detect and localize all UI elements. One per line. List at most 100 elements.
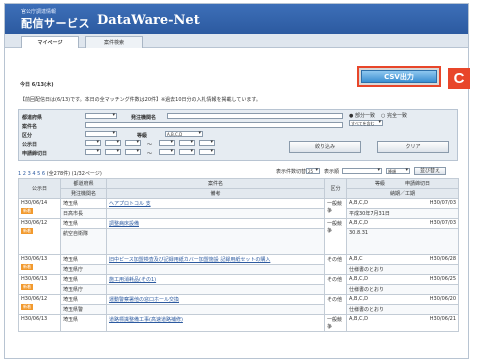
case-name-input[interactable] [85, 122, 343, 128]
label-issuer: 発注機関名 [131, 115, 157, 121]
deadline-to-month[interactable] [179, 149, 195, 155]
row-deadline: H30/06/21 [429, 316, 456, 322]
page-link[interactable]: 2 [23, 171, 26, 177]
category-select[interactable] [85, 131, 117, 137]
clear-button[interactable]: クリア [377, 141, 449, 153]
radio-exact[interactable]: ○ 完全一致 [381, 112, 407, 119]
csv-highlight-frame: CSV出力 [357, 66, 441, 87]
col-issuer[interactable]: 発注機関名 [60, 188, 107, 199]
page-link[interactable]: 3 [28, 171, 31, 177]
announce-from-year[interactable] [85, 140, 101, 146]
header-title: 配信サービス [21, 17, 90, 30]
cell-pref: 埼玉県 [60, 294, 107, 305]
order-direction-select[interactable]: 降順 [386, 168, 410, 174]
cell-pref: 埼玉県 [60, 274, 107, 285]
cell-category: 一般競争 [324, 314, 347, 332]
cell-pref: 埼玉県 [60, 314, 107, 332]
order-field-select[interactable] [342, 168, 382, 174]
per-page-select[interactable]: 25 [306, 168, 320, 174]
case-link[interactable]: 施工用消耗品(その1) [106, 274, 325, 285]
row-grade: A,B,C,D [349, 200, 368, 206]
cell-category: その他 [324, 274, 347, 295]
range-separator: 〜 [147, 151, 153, 157]
cell-delivery: 仕様書のとおり [346, 284, 459, 295]
col-delivery[interactable]: 納期／工期 [346, 188, 459, 199]
cell-grade: A,B,C H30/06/28 [346, 254, 459, 265]
radio-exact-label: 完全一致 [386, 113, 407, 119]
new-badge: 新着 [21, 304, 33, 310]
row-grade: A,B,C,D [349, 316, 368, 322]
cell-category: その他 [324, 254, 347, 275]
page-link[interactable]: 6 [42, 171, 45, 177]
cell-date: H30/06/13 新着 [18, 274, 61, 295]
case-link[interactable]: 旧中ピース加盟検査及び記録用紙カバー加盟施設 記録用紙セットの購入 [106, 254, 325, 265]
tab-case-search[interactable]: 案件検索 [85, 36, 143, 48]
deadline-from-month[interactable] [105, 149, 121, 155]
match-select[interactable]: すべてを含む [349, 120, 383, 126]
cell-grade: A,B,C,D H30/06/21 [346, 314, 459, 332]
cell-issuer: 埼玉県庁 [60, 264, 107, 275]
grade-select[interactable]: A,B,C,D [165, 131, 203, 137]
cell-delivery: 仕様書のとおり [346, 304, 459, 315]
row-grade: A,B,C [349, 256, 363, 262]
deadline-from-day[interactable] [125, 149, 141, 155]
today-date: 今日 6/13(木) [20, 82, 54, 88]
row-grade: A,B,C,D [349, 276, 368, 282]
col-deadline-label[interactable]: 申請締切日 [405, 181, 430, 187]
cell-date: H30/06/13 新着 [18, 254, 61, 275]
table-row[interactable]: H30/06/13 新着 埼玉県 旧中ピース加盟検査及び記録用紙カバー加盟施設 記… [18, 254, 459, 275]
deadline-from-year[interactable] [85, 149, 101, 155]
col-case-name[interactable]: 案件名 [106, 178, 325, 189]
table-row[interactable]: H30/06/12 新着 埼玉県 調整病床設備 一般競争 A,B,C,D H30/0… [18, 218, 459, 255]
issuer-input[interactable] [167, 113, 343, 119]
col-prefecture[interactable]: 都道府県 [60, 178, 107, 189]
col-grade-label[interactable]: 等級 [375, 181, 385, 187]
cell-note [106, 228, 325, 255]
case-link[interactable]: 調整病床設備 [106, 218, 325, 229]
sort-button[interactable]: 並び替え [414, 167, 446, 175]
cell-issuer: 日高市長 [60, 208, 107, 219]
announce-to-year[interactable] [159, 140, 175, 146]
col-announce-date[interactable]: 公示日 [18, 178, 61, 199]
new-badge: 新着 [21, 208, 33, 214]
row-grade: A,B,C,D [349, 296, 368, 302]
announce-to-month[interactable] [179, 140, 195, 146]
cell-date: H30/06/12 新着 [18, 294, 61, 315]
deadline-to-day[interactable] [199, 149, 215, 155]
row-deadline: H30/06/20 [429, 296, 456, 302]
row-deadline: H30/06/28 [429, 256, 456, 262]
total-count: (全278件) [46, 171, 71, 177]
case-link[interactable]: 運動警察署他の窓口ホール交換 [106, 294, 325, 305]
deadline-to-year[interactable] [159, 149, 175, 155]
cell-note [106, 264, 325, 275]
table-row-sub: 航空自衛隊 30.8.31 [19, 228, 459, 255]
page-link[interactable]: 4 [32, 171, 35, 177]
page-link[interactable]: 1 [18, 171, 21, 177]
table-row[interactable]: H30/06/13 埼玉県 道路標識整備工事(高速道路補修) 一般競争 A,B,… [18, 314, 459, 332]
case-link[interactable]: ヘアプロトコル 支 [106, 198, 325, 209]
prefecture-select[interactable] [85, 113, 117, 119]
table-row[interactable]: H30/06/14 新着 埼玉県 ヘアプロトコル 支 一般競争 A,B,C,D H3… [18, 198, 459, 219]
brand-logo: DataWare-Net [97, 13, 200, 28]
case-link[interactable]: 道路標識整備工事(高速道路補修) [106, 314, 325, 332]
row-deadline: H30/07/03 [429, 220, 456, 226]
tab-mypage[interactable]: マイページ [21, 36, 79, 48]
page-link[interactable]: 5 [37, 171, 40, 177]
csv-export-button[interactable]: CSV出力 [361, 70, 437, 83]
announce-from-day[interactable] [125, 140, 141, 146]
cell-note [106, 208, 325, 219]
pagination: 1 2 3 4 5 6 (全278件) (1/32ページ) [18, 170, 102, 177]
col-category[interactable]: 区分 [324, 178, 347, 199]
announce-from-month[interactable] [105, 140, 121, 146]
cell-date: H30/06/14 新着 [18, 198, 61, 219]
col-note: 備考 [106, 188, 325, 199]
cell-grade: A,B,C,D H30/06/20 [346, 294, 459, 305]
table-row[interactable]: H30/06/13 新着 埼玉県 施工用消耗品(その1) その他 A,B,C,D H… [18, 274, 459, 295]
new-badge: 新着 [21, 228, 33, 234]
table-row[interactable]: H30/06/12 新着 埼玉県 運動警察署他の窓口ホール交換 その他 A,B,C… [18, 294, 459, 315]
announce-to-day[interactable] [199, 140, 215, 146]
site-header: 官公庁調達情報 配信サービス DataWare-Net [5, 4, 468, 34]
radio-partial[interactable]: ● 部分一致 [349, 112, 375, 119]
filter-button[interactable]: 絞り込み [289, 141, 361, 153]
label-deadline: 申請締切日 [22, 151, 48, 157]
